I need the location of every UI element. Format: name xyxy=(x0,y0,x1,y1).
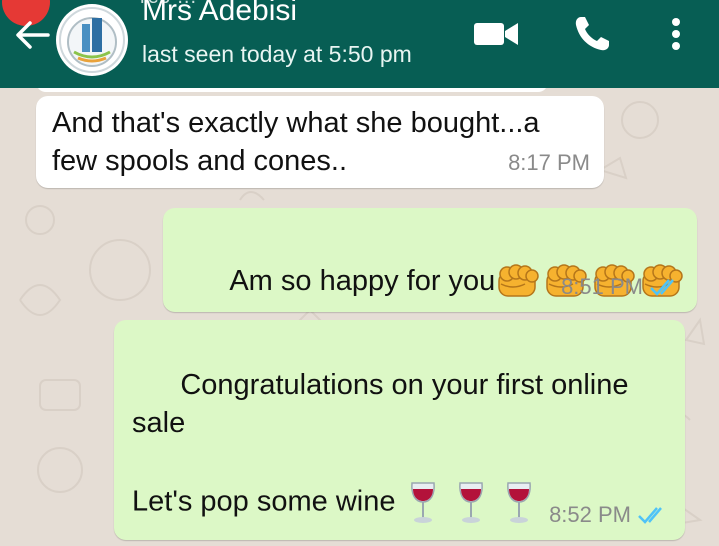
more-options-icon[interactable] xyxy=(664,14,688,54)
avatar-logo-icon xyxy=(59,7,125,73)
message-bubble-incoming[interactable]: And that's exactly what she bought...a f… xyxy=(36,96,604,188)
message-meta: 8:51 PM xyxy=(561,268,683,306)
wine-glass-emoji-icon xyxy=(411,482,436,523)
read-receipt-icon xyxy=(650,279,674,296)
message-meta: 8:17 PM xyxy=(508,144,590,182)
message-time: 8:52 PM xyxy=(549,502,631,527)
video-call-icon[interactable] xyxy=(472,18,520,50)
message-time: 8:51 PM xyxy=(561,274,643,299)
back-arrow-icon[interactable] xyxy=(12,18,52,52)
phone-icon[interactable] xyxy=(572,14,612,54)
wine-glass-emoji-icon xyxy=(507,482,532,523)
wine-emoji-row xyxy=(395,480,535,526)
message-text: And that's exactly what she bought...a f… xyxy=(52,107,540,177)
fist-emoji-icon xyxy=(498,264,540,298)
last-seen-status: last seen today at 5:50 pm xyxy=(142,41,412,67)
contact-name[interactable]: Mrs Adebisi xyxy=(142,0,297,28)
message-bubble-outgoing[interactable]: Congratulations on your first online sal… xyxy=(114,320,685,540)
message-bubble-outgoing[interactable]: Am so happy for you 8:51 PM xyxy=(163,208,697,312)
wine-glass-emoji-icon xyxy=(459,482,484,523)
chat-screen: rec ... Mrs Adebisi last seen today at 5… xyxy=(0,0,719,546)
message-meta: 8:52 PM xyxy=(549,496,671,534)
chat-header: rec ... Mrs Adebisi last seen today at 5… xyxy=(0,0,719,88)
message-time: 8:17 PM xyxy=(508,150,590,175)
read-receipt-icon xyxy=(638,507,662,524)
message-text: Am so happy for you xyxy=(229,265,496,297)
contact-avatar[interactable] xyxy=(56,4,128,76)
